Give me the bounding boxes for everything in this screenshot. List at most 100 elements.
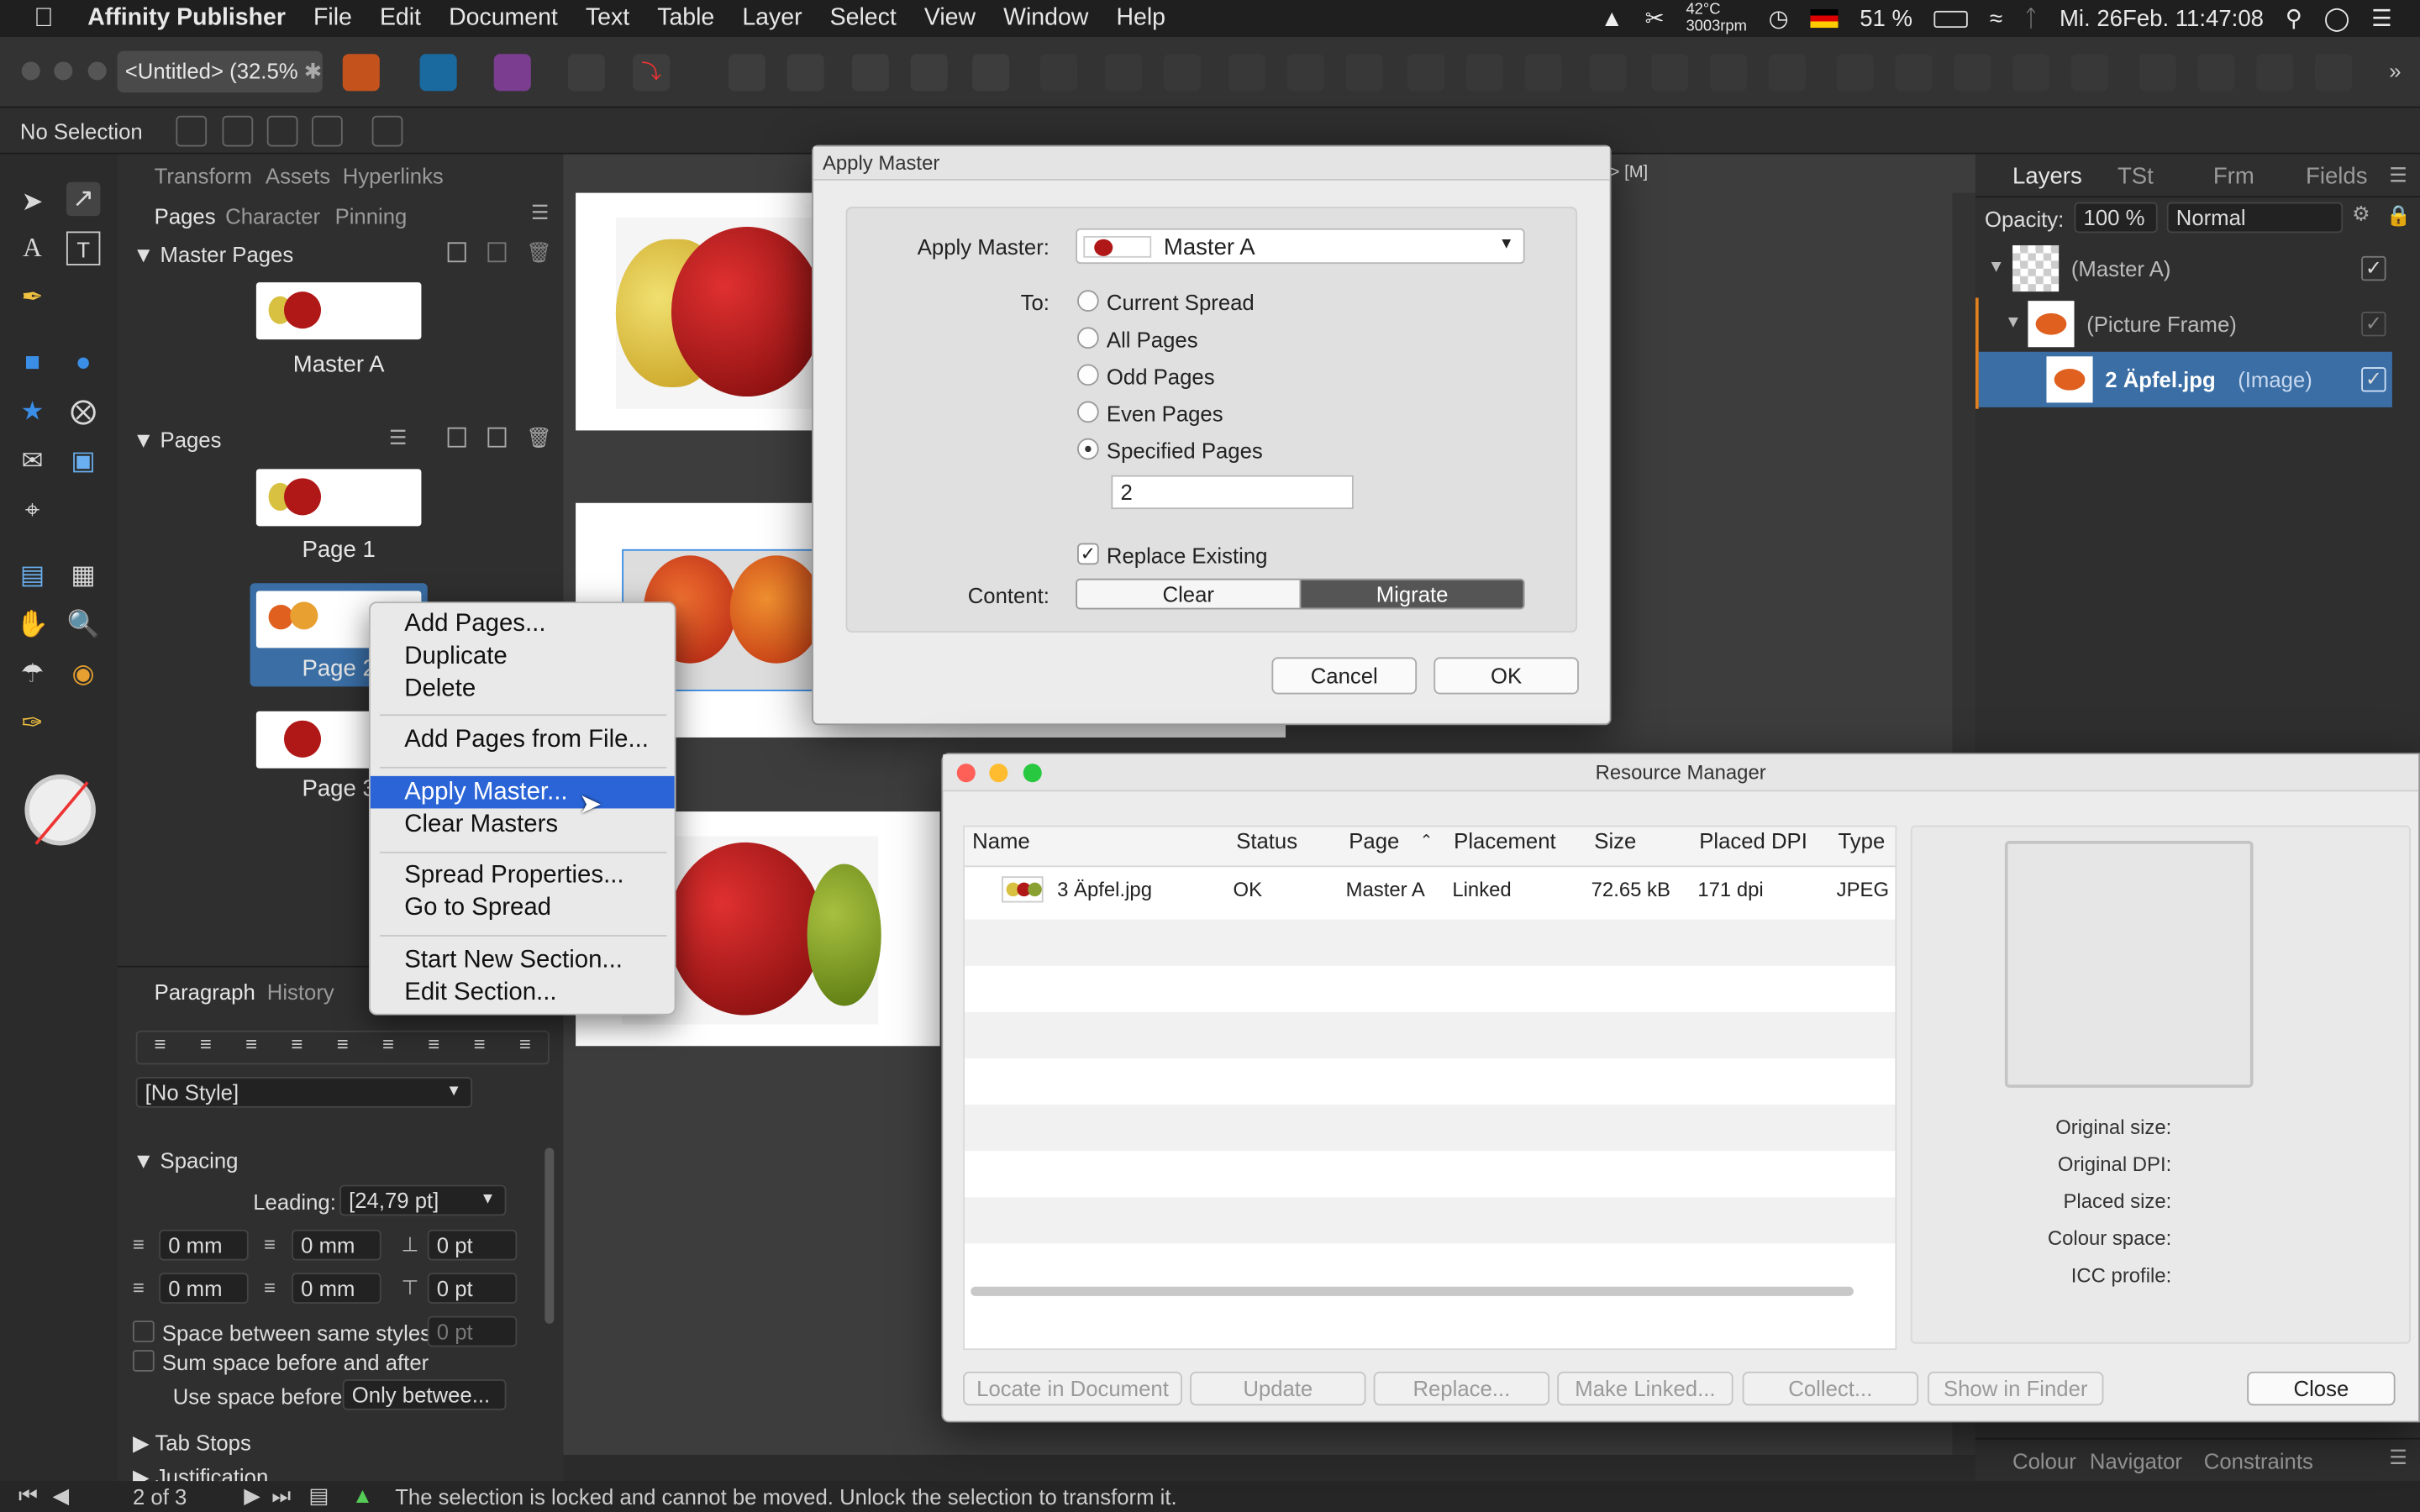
update-button[interactable]: Update — [1190, 1371, 1366, 1406]
radio-specified-pages[interactable] — [1077, 438, 1099, 460]
align-button[interactable] — [1105, 54, 1143, 92]
menu-layer[interactable]: Layer — [742, 5, 802, 33]
next-page-icon[interactable]: ▶ — [244, 1483, 260, 1509]
leading-field[interactable]: [24,79 pt] ▼ — [339, 1184, 507, 1216]
photo-persona-icon[interactable] — [493, 54, 531, 92]
add-master-icon[interactable] — [447, 242, 466, 263]
frame-icon[interactable] — [312, 115, 343, 147]
lock-icon[interactable]: 🔒 — [2386, 203, 2412, 228]
delete-page-icon[interactable]: 🗑 — [526, 426, 551, 450]
column-placed-dpi[interactable]: Placed DPI — [1699, 828, 1807, 853]
table-horizontal-scrollbar[interactable] — [971, 1286, 1854, 1296]
menu-text[interactable]: Text — [586, 5, 629, 33]
tab-layers[interactable]: Layers — [2012, 164, 2082, 190]
flip-button[interactable] — [1651, 54, 1689, 92]
prev-page-icon[interactable]: ◀ — [52, 1483, 69, 1509]
show-in-finder-button[interactable]: Show in Finder — [1928, 1371, 2104, 1406]
close-window-button[interactable] — [956, 764, 976, 783]
transform-icon[interactable] — [371, 115, 403, 147]
bluetooth-icon[interactable]: ᛏ — [2024, 5, 2039, 31]
make-linked-button[interactable]: Make Linked... — [1557, 1371, 1733, 1406]
boolean-button[interactable] — [2070, 54, 2108, 92]
window-close-button[interactable] — [21, 61, 40, 81]
menu-item-edit-section[interactable]: Edit Section... — [371, 977, 675, 1010]
layer-visibility-checkbox[interactable]: ✓ — [2361, 367, 2386, 392]
scissors-icon[interactable]: ✂ — [1645, 5, 1665, 32]
menu-edit[interactable]: Edit — [380, 5, 421, 33]
artistic-text-tool-icon[interactable]: A — [15, 232, 49, 265]
layer-visibility-checkbox[interactable]: ✓ — [2361, 312, 2386, 337]
align-center-icon[interactable]: ≡ — [183, 1032, 229, 1063]
shape-tool-icon[interactable]: ⨂ — [66, 395, 100, 428]
menu-table[interactable]: Table — [657, 5, 714, 33]
wifi-icon[interactable]: ≈ — [1990, 5, 2002, 31]
tab-character[interactable]: Character — [225, 203, 320, 228]
page-1-thumbnail[interactable] — [255, 469, 422, 527]
add-page-icon[interactable] — [447, 427, 466, 448]
toolbar-overflow-icon[interactable]: » — [2389, 59, 2401, 83]
boolean-button[interactable] — [1836, 54, 1874, 92]
radio-current-spread[interactable] — [1077, 290, 1099, 312]
align-left-icon[interactable]: ≡ — [137, 1032, 182, 1063]
locate-in-document-button[interactable]: Locate in Document — [963, 1371, 1182, 1406]
tab-fields[interactable]: Fields — [2306, 164, 2367, 190]
snap-icon[interactable] — [176, 115, 208, 147]
tab-navigator[interactable]: Navigator — [2090, 1449, 2182, 1473]
zoom-window-button[interactable] — [1023, 764, 1042, 783]
delete-master-icon[interactable]: 🗑 — [526, 241, 551, 265]
layer-row-master-a[interactable]: ▼ (Master A) ✓ — [1979, 241, 2392, 297]
order-button[interactable] — [1710, 54, 1748, 92]
minimize-window-button[interactable] — [989, 764, 1008, 783]
align-away-icon[interactable]: ≡ — [502, 1032, 548, 1063]
layer-row-image[interactable]: 2 Äpfel.jpg (Image) ✓ — [1978, 351, 2392, 407]
align-right-icon[interactable]: ≡ — [229, 1032, 274, 1063]
column-placement[interactable]: Placement — [1454, 828, 1556, 853]
master-a-thumbnail[interactable] — [255, 282, 422, 340]
sum-space-checkbox[interactable] — [132, 1350, 155, 1372]
gear-icon[interactable]: ⚙ — [2352, 202, 2370, 227]
window-zoom-button[interactable] — [87, 61, 107, 81]
column-size[interactable]: Size — [1594, 828, 1636, 853]
right-indent-field[interactable]: 0 mm — [292, 1229, 381, 1261]
node-tool-icon[interactable]: ↗ — [66, 181, 101, 217]
place-image-tool-icon[interactable]: ▣ — [66, 444, 100, 478]
color-well-icon[interactable] — [24, 774, 96, 846]
tab-colour[interactable]: Colour — [2012, 1449, 2076, 1473]
justify-left-icon[interactable]: ≡ — [274, 1032, 319, 1063]
disclosure-icon[interactable]: ▼ — [1988, 258, 2005, 276]
cancel-button[interactable]: Cancel — [1271, 657, 1418, 695]
align-button[interactable] — [1286, 54, 1324, 92]
column-name[interactable]: Name — [972, 828, 1030, 853]
battery-icon[interactable] — [1933, 9, 1969, 28]
publisher-persona-icon[interactable] — [342, 54, 380, 92]
ok-button[interactable]: OK — [1434, 657, 1579, 695]
justify-all-icon[interactable]: ≡ — [411, 1032, 456, 1063]
align-spine-icon[interactable]: ≡ — [457, 1032, 502, 1063]
panel-scrollbar[interactable] — [544, 1147, 555, 1324]
screen-time-icon[interactable]: ◯ — [2324, 5, 2350, 32]
first-line-indent-field[interactable]: 0 mm — [159, 1273, 249, 1305]
ellipse-tool-icon[interactable]: ● — [66, 345, 100, 379]
align-button[interactable] — [1039, 54, 1078, 92]
crop-tool-icon[interactable]: ⌖ — [15, 494, 49, 528]
opacity-field[interactable]: 100 % — [2074, 202, 2158, 234]
master-pages-header[interactable]: ▼ Master Pages — [133, 242, 293, 266]
view-icon[interactable] — [222, 115, 254, 147]
layer-visibility-checkbox[interactable]: ✓ — [2361, 255, 2386, 281]
align-button[interactable] — [1228, 54, 1266, 92]
content-clear-button[interactable]: Clear — [1077, 580, 1302, 608]
menu-document[interactable]: Document — [449, 5, 558, 33]
geometry-button[interactable] — [2315, 54, 2353, 92]
window-minimize-button[interactable] — [54, 61, 73, 81]
justify-center-icon[interactable]: ≡ — [320, 1032, 366, 1063]
panel-menu-icon[interactable]: ☰ — [2389, 1446, 2407, 1470]
menu-item-add-pages-from-file[interactable]: Add Pages from File... — [371, 723, 675, 756]
flag-de-icon[interactable] — [1810, 9, 1839, 29]
menu-item-spread-properties[interactable]: Spread Properties... — [371, 859, 675, 892]
spotlight-icon[interactable]: ⚲ — [2286, 5, 2302, 32]
menu-item-add-pages[interactable]: Add Pages... — [371, 608, 675, 641]
snapping-magnet-icon[interactable]: ⤵ — [633, 54, 671, 92]
eyedropper-tool-icon[interactable]: ✑ — [15, 706, 49, 740]
move-tool-icon[interactable]: ➤ — [15, 185, 49, 218]
menu-item-apply-master[interactable]: Apply Master... — [370, 775, 675, 809]
